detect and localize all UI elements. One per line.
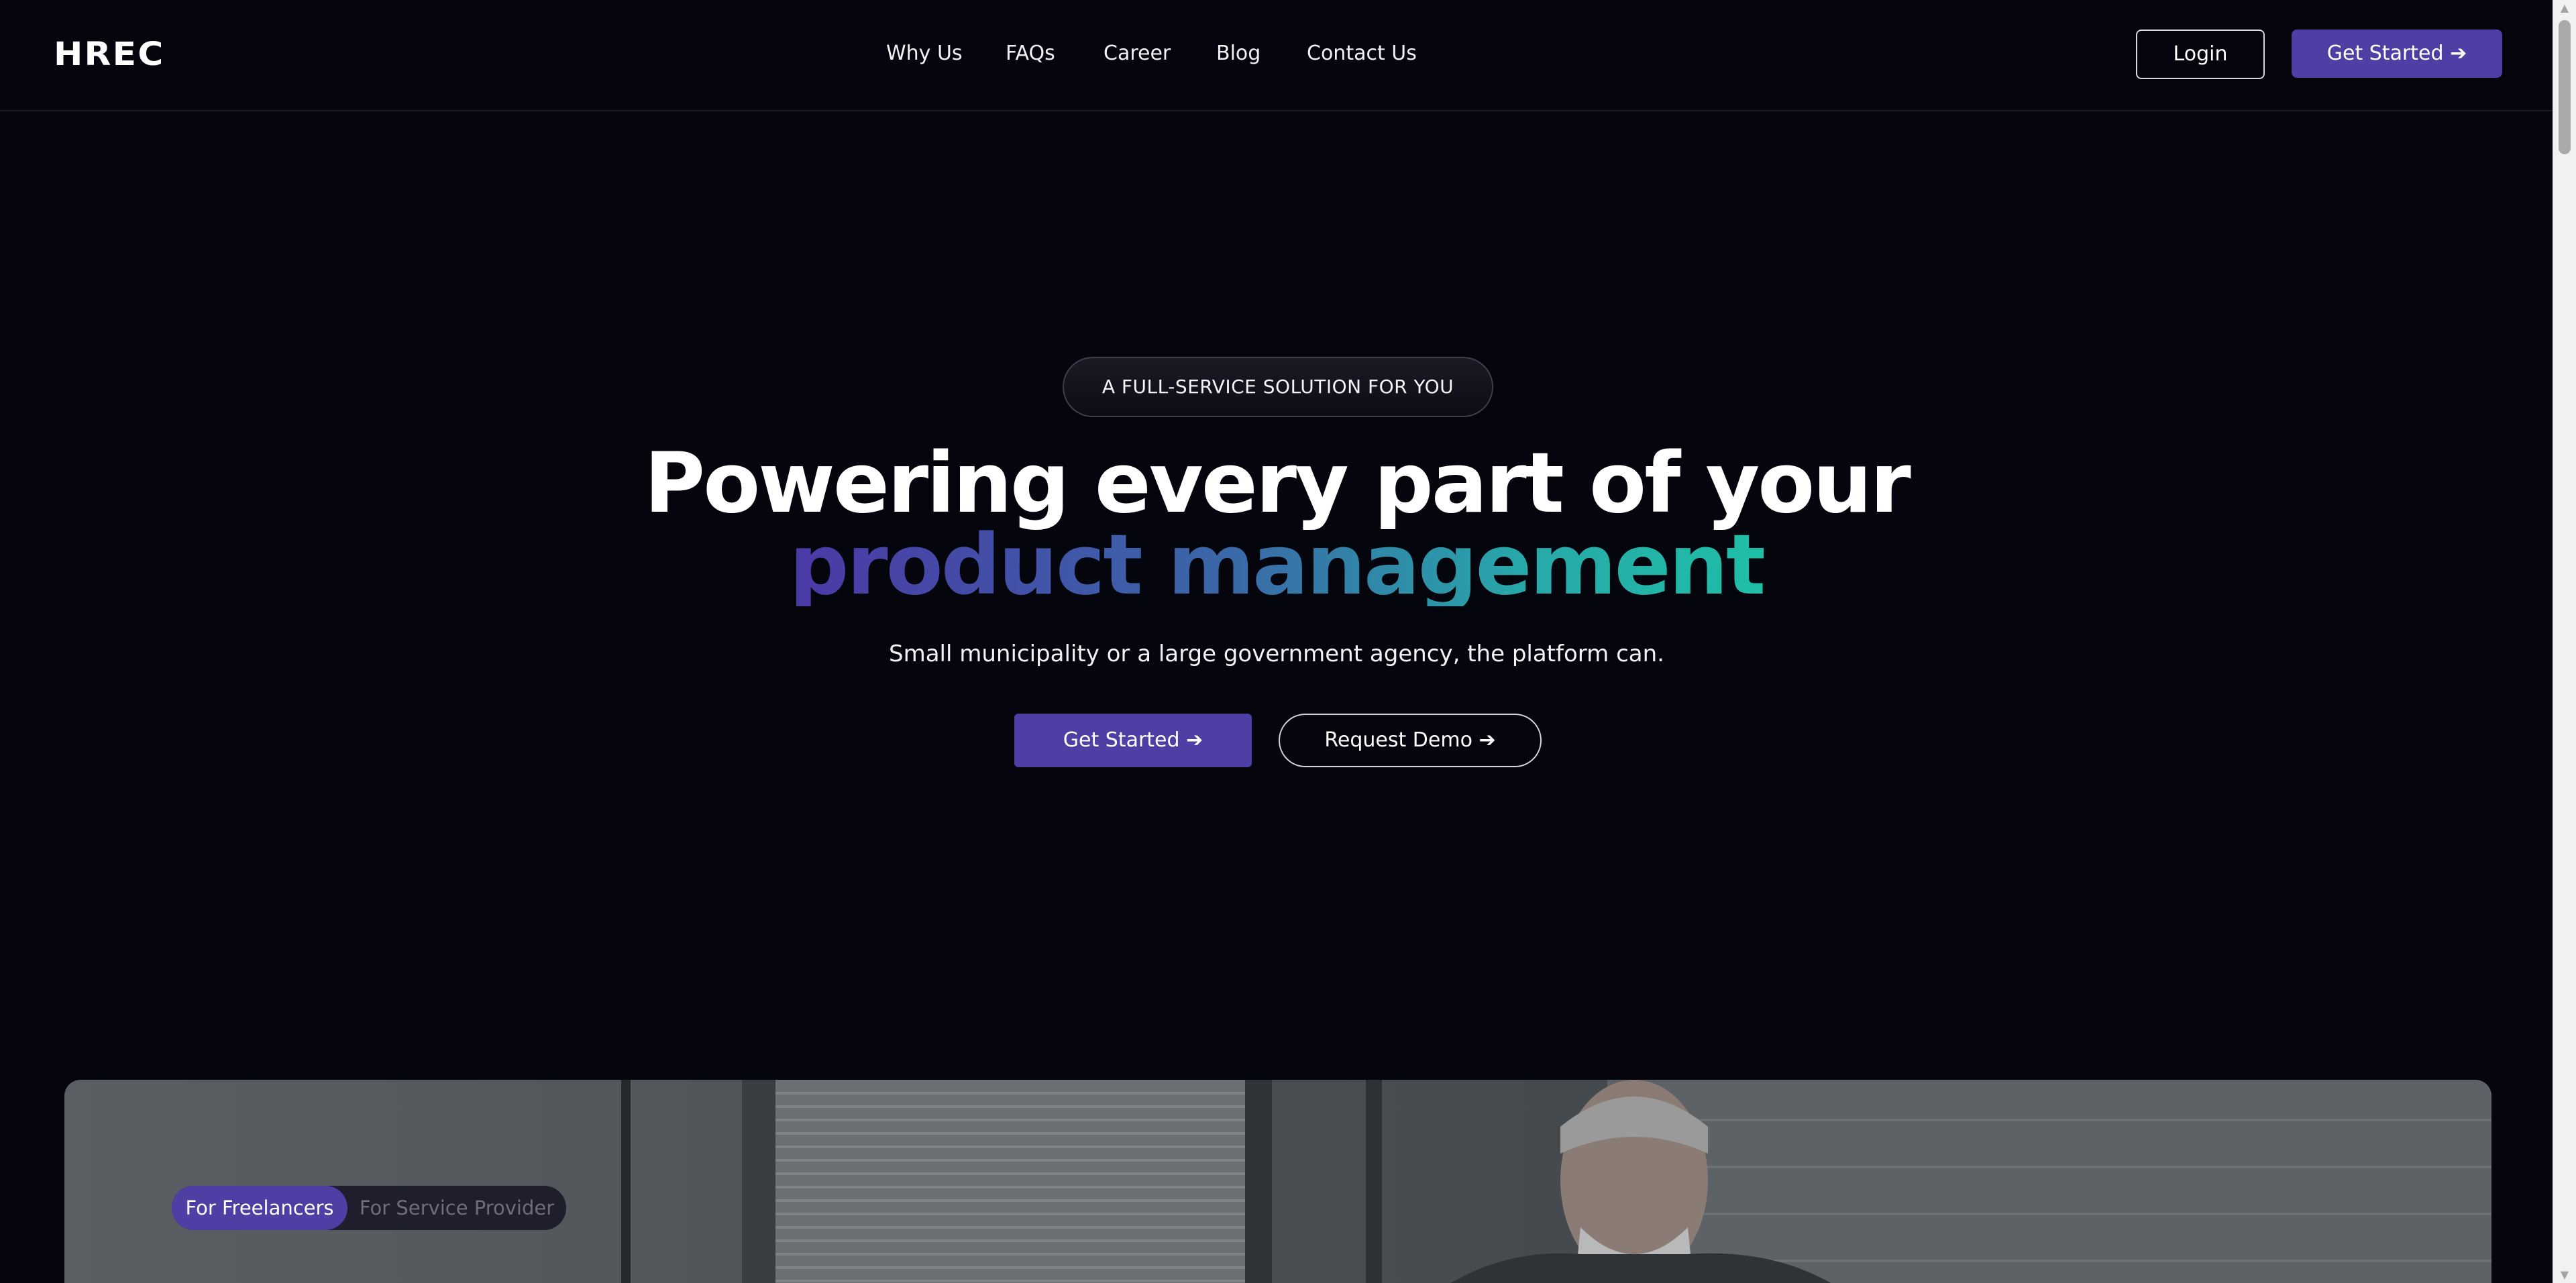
- headline-line-2-gradient: product management: [789, 517, 1766, 614]
- for-freelancers-tab[interactable]: For Freelancers: [172, 1186, 347, 1230]
- header-get-started-button[interactable]: Get Started ➔: [2292, 30, 2502, 78]
- scrollbar-thumb[interactable]: [2559, 20, 2571, 154]
- scroll-down-icon[interactable]: ▼: [2553, 1267, 2576, 1283]
- hero-photo-panel: [64, 1080, 2491, 1283]
- nav-why-us[interactable]: Why Us: [886, 39, 963, 68]
- nav-faqs[interactable]: FAQs: [1006, 39, 1055, 68]
- hero-badge: A FULL-SERVICE SOLUTION FOR YOU: [1063, 357, 1493, 417]
- page-scrollbar[interactable]: ▲ ▼: [2553, 0, 2576, 1283]
- for-service-provider-tab[interactable]: For Service Provider: [347, 1186, 566, 1230]
- nav-blog[interactable]: Blog: [1216, 39, 1260, 68]
- nav-contact-us[interactable]: Contact Us: [1307, 39, 1417, 68]
- nav-career[interactable]: Career: [1104, 39, 1171, 68]
- scroll-up-icon[interactable]: ▲: [2553, 0, 2576, 16]
- landing-page: HREC Why Us FAQs Career Blog Contact Us …: [0, 0, 2576, 1283]
- site-header: HREC Why Us FAQs Career Blog Contact Us …: [0, 0, 2553, 111]
- audience-toggle: For Freelancers For Service Provider: [172, 1186, 566, 1230]
- hero-subheading: Small municipality or a large government…: [889, 640, 1664, 667]
- office-photo-illustration: [621, 1080, 2491, 1283]
- hero-get-started-button[interactable]: Get Started ➔: [1014, 714, 1252, 767]
- login-button[interactable]: Login: [2136, 30, 2265, 79]
- hero-headline: Powering every part of your product mana…: [0, 435, 2553, 614]
- request-demo-button[interactable]: Request Demo ➔: [1279, 714, 1542, 767]
- headline-line-1: Powering every part of your: [644, 435, 1911, 532]
